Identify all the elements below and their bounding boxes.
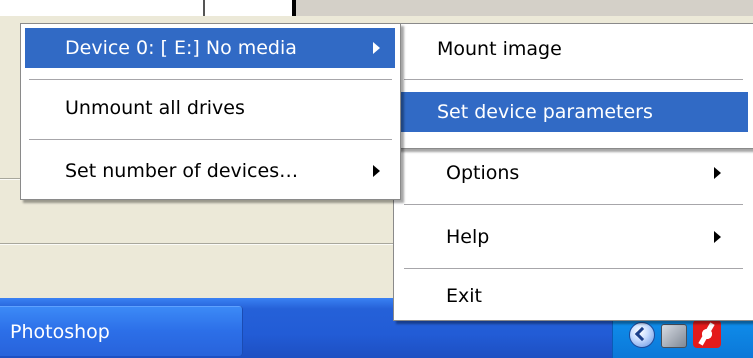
daemon-context-menu: Device 0: [ E:] No media Unmount all dri… <box>20 23 401 200</box>
menu-item-label: Set device parameters <box>437 101 653 123</box>
menu-item-device-0[interactable]: Device 0: [ E:] No media <box>25 28 395 68</box>
daemon-tools-icon[interactable] <box>693 320 721 348</box>
menu-item-label: Unmount all drives <box>65 97 245 119</box>
background-window-top <box>0 0 753 16</box>
menu-separator <box>404 79 743 80</box>
menu-item-label: Help <box>446 226 490 248</box>
submenu-arrow-icon <box>714 231 721 243</box>
show-hidden-icons-icon[interactable] <box>629 322 655 348</box>
menu-item-unmount-all-drives[interactable]: Unmount all drives <box>25 88 395 128</box>
menu-separator <box>404 268 743 269</box>
menu-item-label: Exit <box>446 285 482 307</box>
network-icon[interactable] <box>661 324 687 348</box>
menu-item-label: Device 0: [ E:] No media <box>65 37 297 59</box>
taskbar-button-label: Photoshop <box>10 321 110 343</box>
menu-item-options[interactable]: Options <box>400 153 747 193</box>
menu-item-label: Options <box>446 162 520 184</box>
menu-item-set-device-parameters[interactable]: Set device parameters <box>397 92 748 132</box>
menu-item-mount-image[interactable]: Mount image <box>400 29 747 69</box>
menu-separator <box>29 139 392 140</box>
submenu-arrow-icon <box>714 167 721 179</box>
background-divider <box>203 0 205 16</box>
menu-separator <box>404 204 743 205</box>
menu-item-set-number-of-devices[interactable]: Set number of devices… <box>25 151 395 191</box>
menu-item-exit[interactable]: Exit <box>400 276 747 316</box>
background-panel <box>296 0 753 16</box>
menu-separator <box>29 79 392 80</box>
taskbar-button-photoshop[interactable]: Photoshop <box>0 306 243 356</box>
menu-item-label: Set number of devices… <box>65 160 299 182</box>
submenu-arrow-icon <box>373 165 380 177</box>
submenu-arrow-icon <box>373 42 380 54</box>
menu-item-help[interactable]: Help <box>400 217 747 257</box>
device-submenu: Mount image Set device parameters <box>393 23 753 149</box>
menu-item-label: Mount image <box>437 38 562 60</box>
